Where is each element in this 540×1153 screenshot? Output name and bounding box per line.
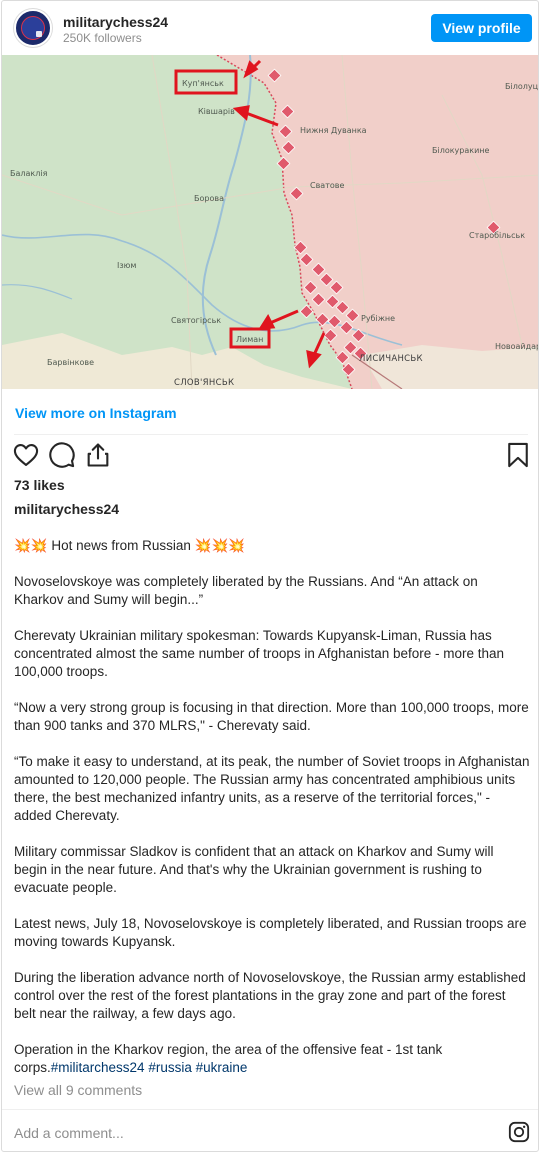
heart-icon[interactable] xyxy=(12,441,40,469)
view-profile-button[interactable]: View profile xyxy=(431,14,532,42)
label-balakliia: Балаклія xyxy=(10,169,48,178)
caption-paragraph: During the liberation advance north of N… xyxy=(14,970,526,1021)
post-action-bar xyxy=(2,441,538,473)
caption-paragraph: Cherevaty Ukrainian military spokesman: … xyxy=(14,628,505,679)
caption-paragraph: “To make it easy to understand, at its p… xyxy=(14,754,530,823)
post-header: militarychess24 250K followers View prof… xyxy=(2,1,538,55)
instagram-icon[interactable] xyxy=(508,1121,530,1143)
label-bilolutsk: Білолуць xyxy=(505,82,539,91)
caption-paragraph: Novoselovskoye was completely liberated … xyxy=(14,574,478,607)
label-kivsharivka: Ківшарів xyxy=(198,107,235,116)
label-borova: Борова xyxy=(194,194,224,203)
divider xyxy=(14,434,528,435)
bookmark-icon[interactable] xyxy=(504,441,532,469)
comment-icon[interactable] xyxy=(48,441,76,469)
caption-paragraph: Military commissar Sladkov is confident … xyxy=(14,844,494,895)
label-lyman: Лиман xyxy=(236,335,263,344)
label-novoaidar: Новоайдар xyxy=(495,342,539,351)
instagram-embed-card: militarychess24 250K followers View prof… xyxy=(1,0,539,1152)
label-izium: Ізюм xyxy=(117,261,136,270)
post-image-map[interactable]: Куп'янськ Ківшарів Нижня Дуванка Білолуц… xyxy=(2,55,539,389)
share-icon[interactable] xyxy=(84,441,112,469)
avatar-logo xyxy=(21,16,45,40)
add-comment-input[interactable] xyxy=(14,1123,494,1143)
label-lysychansk: ЛИСИЧАНСЬК xyxy=(359,354,423,364)
hashtag-link[interactable]: #militarchess24 xyxy=(51,1060,145,1075)
label-sviatohirsk: Святогірськ xyxy=(171,316,221,325)
like-count[interactable]: 73 likes xyxy=(14,477,65,493)
label-bilokurakyne: Білокуракине xyxy=(432,146,490,155)
caption-paragraph: Latest news, July 18, Novoselovskoye is … xyxy=(14,916,527,949)
label-barvinkove: Барвінкове xyxy=(47,358,94,367)
profile-username[interactable]: militarychess24 xyxy=(63,14,168,30)
hashtag-link[interactable]: #ukraine xyxy=(196,1060,248,1075)
map-graphic: Куп'янськ Ківшарів Нижня Дуванка Білолуц… xyxy=(2,55,539,389)
caption-username[interactable]: militarychess24 xyxy=(14,501,119,517)
label-rubizhne: Рубіжне xyxy=(361,314,395,323)
label-sloviansk: СЛОВ'ЯНСЬК xyxy=(174,378,234,388)
follower-count: 250K followers xyxy=(63,31,142,45)
caption-paragraph-with-tags: Operation in the Kharkov region, the are… xyxy=(14,1041,530,1077)
label-starobilsk: Старобільськ xyxy=(469,231,525,240)
post-caption: 💥💥 Hot news from Russian 💥💥💥 Novoselovsk… xyxy=(14,537,530,1095)
caption-headline: 💥💥 Hot news from Russian 💥💥💥 xyxy=(14,538,246,553)
divider xyxy=(2,1109,538,1110)
view-all-comments-link[interactable]: View all 9 comments xyxy=(14,1082,142,1098)
label-kupiansk: Куп'янськ xyxy=(182,79,224,88)
label-svatove: Сватове xyxy=(310,181,344,190)
label-nyzhnia-duvanka: Нижня Дуванка xyxy=(300,126,367,135)
avatar[interactable] xyxy=(14,9,52,47)
caption-paragraph: “Now a very strong group is focusing in … xyxy=(14,700,529,733)
view-more-on-instagram-link[interactable]: View more on Instagram xyxy=(15,405,177,421)
hashtag-link[interactable]: #russia xyxy=(148,1060,192,1075)
